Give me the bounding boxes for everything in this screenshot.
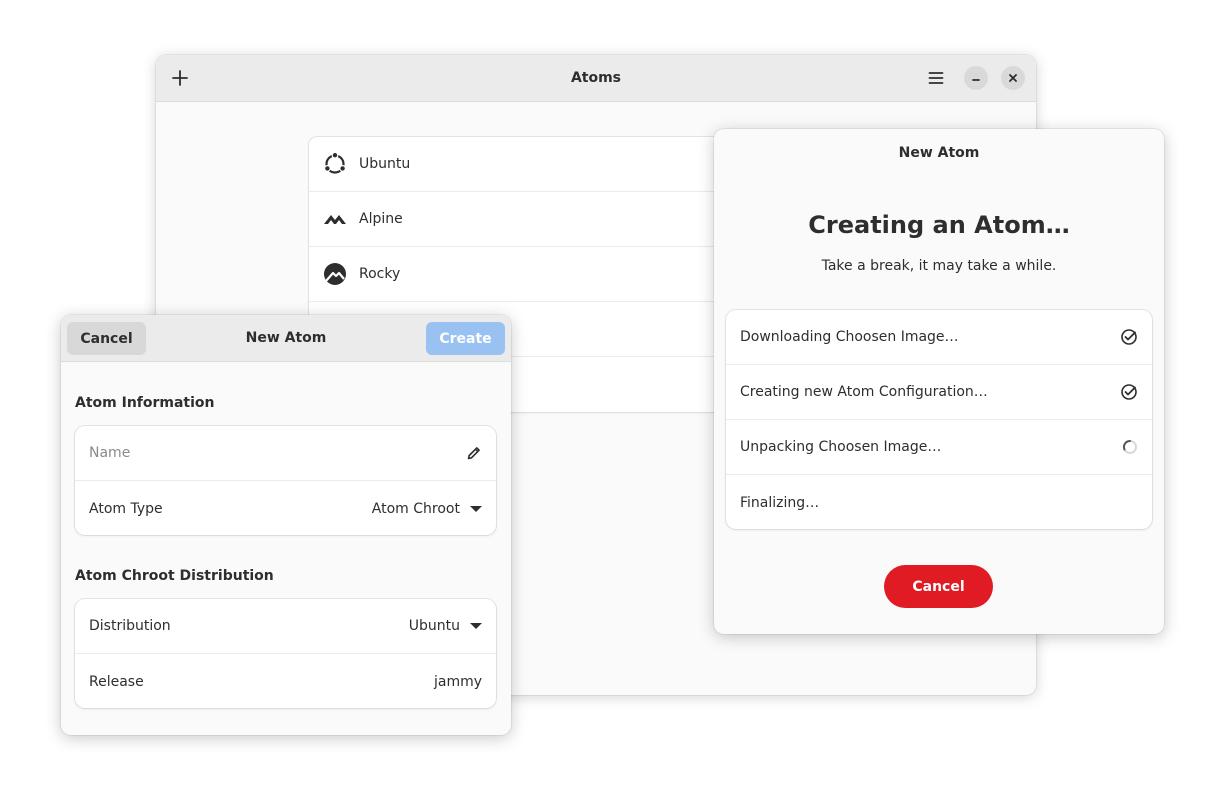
dropdown-arrow-icon [470, 623, 482, 629]
atom-type-dropdown[interactable]: Atom Chroot [372, 501, 482, 517]
distribution-card: Distribution Ubuntu Release jammy [75, 599, 496, 708]
release-value: jammy [433, 673, 482, 690]
minimize-icon [972, 79, 980, 81]
rocky-logo-icon [322, 261, 348, 287]
distribution-dropdown[interactable]: Ubuntu [409, 618, 482, 634]
release-row[interactable]: Release jammy [75, 654, 496, 708]
creating-atom-dialog: New Atom Creating an Atom… Take a break,… [714, 129, 1164, 634]
creating-dialog-title: New Atom [898, 145, 980, 161]
atom-type-label: Atom Type [89, 500, 163, 517]
spinner-icon [1122, 439, 1137, 454]
ubuntu-logo-icon [322, 151, 348, 177]
alpine-logo-icon [322, 206, 348, 232]
atom-name: Rocky [359, 266, 401, 282]
minimize-button[interactable] [964, 66, 988, 90]
distribution-row[interactable]: Distribution Ubuntu [75, 599, 496, 654]
distribution-value: Ubuntu [408, 618, 460, 634]
release-label: Release [89, 673, 144, 690]
atom-type-row[interactable]: Atom Type Atom Chroot [75, 481, 496, 535]
hamburger-menu-icon [928, 72, 944, 84]
atom-name: Alpine [359, 211, 403, 227]
main-menu-button[interactable] [924, 66, 948, 90]
name-input[interactable]: Name [89, 445, 130, 461]
pencil-icon[interactable] [466, 445, 482, 461]
step-label: Creating new Atom Configuration… [740, 384, 988, 400]
atom-information-card: Name Atom Type Atom Chroot [75, 426, 496, 535]
atom-type-value: Atom Chroot [371, 500, 460, 517]
name-row[interactable]: Name [75, 426, 496, 481]
close-window-button[interactable] [1001, 66, 1025, 90]
main-header-bar: Atoms [156, 55, 1036, 102]
check-circle-icon [1121, 384, 1137, 400]
step-row-download: Downloading Choosen Image… [726, 310, 1152, 365]
distribution-label: Distribution [89, 618, 171, 634]
close-icon [1009, 74, 1017, 82]
progress-steps-card: Downloading Choosen Image… Creating new … [726, 310, 1152, 529]
form-header-bar: Cancel New Atom Create [61, 315, 511, 362]
cancel-creation-button[interactable]: Cancel [884, 565, 993, 608]
step-label: Finalizing… [740, 494, 820, 511]
dropdown-arrow-icon [470, 505, 482, 512]
step-row-config: Creating new Atom Configuration… [726, 365, 1152, 420]
atom-information-title: Atom Information [75, 395, 215, 411]
new-atom-form-dialog: Cancel New Atom Create Atom Information … [61, 315, 511, 735]
step-row-finalize: Finalizing… [726, 475, 1152, 529]
creating-subtitle: Take a break, it may take a while. [821, 258, 1057, 274]
creating-heading: Creating an Atom… [808, 211, 1070, 239]
atom-name: Ubuntu [359, 156, 411, 172]
main-window-title: Atoms [570, 70, 622, 86]
step-label: Downloading Choosen Image… [740, 329, 959, 345]
create-button[interactable]: Create [426, 322, 505, 355]
distribution-section-title: Atom Chroot Distribution [75, 568, 274, 584]
step-row-unpack: Unpacking Choosen Image… [726, 420, 1152, 475]
step-label: Unpacking Choosen Image… [740, 439, 942, 455]
check-circle-icon [1121, 329, 1137, 345]
